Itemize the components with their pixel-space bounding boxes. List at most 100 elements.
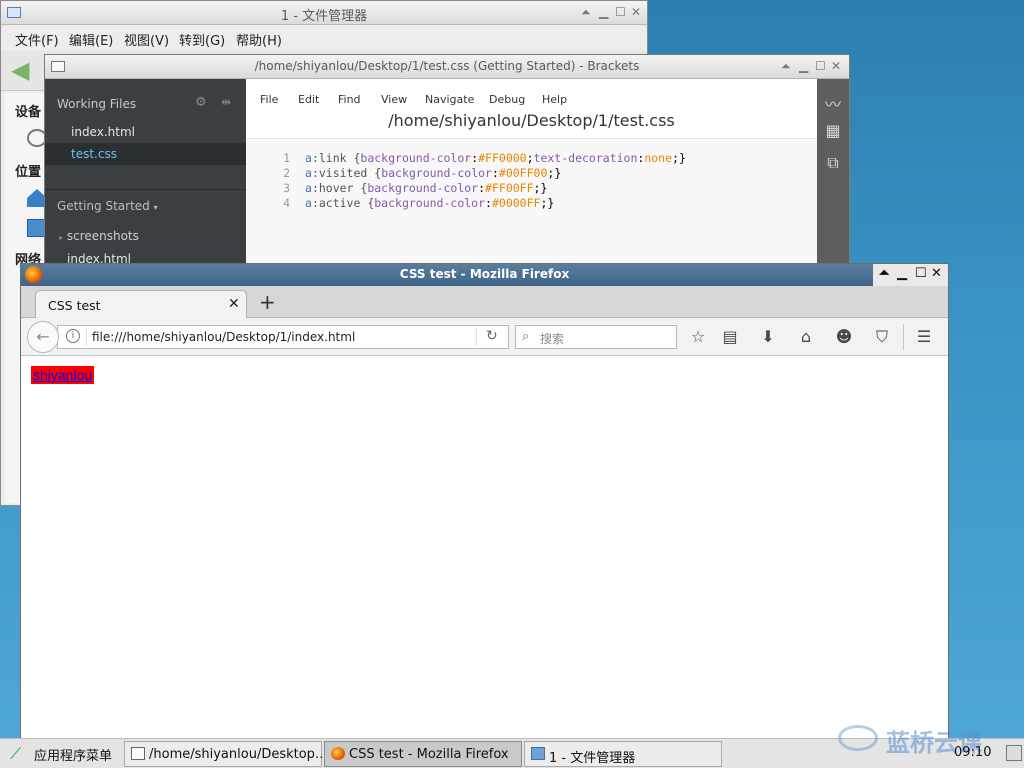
- css-value: #FF00FF: [485, 181, 534, 195]
- menu-edit[interactable]: Edit: [298, 93, 319, 106]
- brackets-editor[interactable]: File Edit Find View Navigate Debug Help …: [246, 79, 817, 265]
- hello-chat-icon[interactable]: ☻: [833, 327, 855, 346]
- css-property: text-decoration: [533, 151, 638, 165]
- code-line: 4 a:active {background-color:#0000FF;}: [276, 196, 554, 211]
- menu-go[interactable]: 转到(G): [179, 30, 225, 49]
- editor-file-path: /home/shiyanlou/Desktop/1/test.css: [388, 111, 675, 130]
- back-arrow-icon[interactable]: ◀: [11, 57, 37, 83]
- css-selector: a: [305, 196, 312, 210]
- menu-file[interactable]: 文件(F): [15, 30, 59, 49]
- folder-icon: [531, 747, 545, 760]
- minimize-icon[interactable]: ▁: [897, 266, 907, 281]
- taskbar-item-file-manager[interactable]: 1 - 文件管理器: [524, 741, 722, 767]
- project-dropdown[interactable]: Getting Started ▾: [57, 199, 158, 213]
- css-value: #0000FF: [491, 196, 541, 210]
- line-number: 3: [283, 181, 290, 195]
- caret-down-icon: ▾: [153, 203, 158, 212]
- css-value: none: [644, 151, 673, 165]
- css-pseudo-class: :link {: [311, 151, 361, 165]
- clock: 09:10: [954, 745, 992, 760]
- watermark-logo: [838, 725, 878, 751]
- window-title: /home/shiyanlou/Desktop/1/test.css (Gett…: [254, 59, 640, 73]
- bookmarks-list-icon[interactable]: ▤: [719, 327, 741, 346]
- home-icon[interactable]: ⌂: [795, 327, 817, 346]
- brackets-sidebar: Working Files ⚙ ⇹ index.html test.css Ge…: [45, 79, 246, 265]
- css-pseudo-class: :active {: [311, 196, 375, 210]
- pocket-icon[interactable]: ⛉: [871, 327, 893, 347]
- window-title: CSS test - Mozilla Firefox: [399, 267, 570, 281]
- minimize-icon[interactable]: ▁: [799, 59, 808, 73]
- file-manager-menubar: 文件(F) 编辑(E) 视图(V) 转到(G) 帮助(H): [1, 25, 647, 51]
- layers-icon[interactable]: ⧉: [823, 153, 843, 173]
- menu-help[interactable]: Help: [542, 93, 567, 106]
- close-icon[interactable]: ✕: [631, 5, 641, 19]
- reload-icon[interactable]: ↻: [486, 328, 498, 344]
- shade-icon[interactable]: ⏶: [581, 5, 591, 20]
- line-number: 2: [283, 166, 290, 180]
- site-info-icon[interactable]: i: [66, 329, 80, 343]
- working-file-item-active[interactable]: test.css: [45, 143, 246, 165]
- maximize-icon[interactable]: ☐: [815, 59, 826, 73]
- css-property: background-color: [360, 151, 472, 165]
- search-placeholder: 搜索: [540, 332, 565, 346]
- firefox-titlebar[interactable]: CSS test - Mozilla Firefox ⏶ ▁ ☐ ✕: [21, 264, 948, 286]
- window-controls: ⏶ ▁ ☐ ✕: [873, 264, 948, 286]
- menu-navigate[interactable]: Navigate: [425, 93, 474, 106]
- working-file-item[interactable]: index.html: [45, 121, 246, 143]
- shiyanlou-link[interactable]: shiyanlou: [31, 366, 95, 384]
- css-pseudo-class: :hover {: [311, 181, 368, 195]
- gear-icon[interactable]: ⚙: [195, 95, 207, 110]
- bookmark-star-icon[interactable]: ☆: [687, 327, 709, 346]
- css-property: background-color: [381, 166, 492, 180]
- menu-file[interactable]: File: [260, 93, 278, 106]
- split-view-icon[interactable]: ⇹: [221, 95, 231, 109]
- menu-view[interactable]: View: [381, 93, 407, 106]
- code-area[interactable]: 1 a:link {background-color:#FF0000;text-d…: [246, 151, 817, 261]
- hamburger-menu-icon[interactable]: ☰: [913, 327, 935, 346]
- css-selector: a: [305, 151, 312, 165]
- brackets-titlebar[interactable]: /home/shiyanlou/Desktop/1/test.css (Gett…: [45, 55, 849, 79]
- tree-folder-label: screenshots: [66, 229, 139, 243]
- css-pseudo-class: :visited {: [311, 166, 382, 180]
- maximize-icon[interactable]: ☐: [615, 5, 626, 19]
- project-name: Getting Started: [57, 199, 150, 213]
- menu-help[interactable]: 帮助(H): [236, 30, 282, 49]
- live-preview-icon[interactable]: 〰: [823, 91, 843, 114]
- download-icon[interactable]: ⬇: [757, 327, 779, 346]
- maximize-icon[interactable]: ☐: [915, 266, 927, 281]
- sidebar-divider: [45, 189, 246, 190]
- back-button[interactable]: ←: [27, 321, 59, 353]
- line-number: 1: [283, 151, 290, 165]
- menu-find[interactable]: Find: [338, 93, 361, 106]
- close-icon[interactable]: ✕: [831, 59, 841, 73]
- tab-close-icon[interactable]: ✕: [228, 296, 240, 312]
- menu-debug[interactable]: Debug: [489, 93, 525, 106]
- tab-css-test[interactable]: CSS test ✕: [35, 290, 247, 319]
- menu-edit[interactable]: 编辑(E): [69, 30, 113, 49]
- url-text: file:///home/shiyanlou/Desktop/1/index.h…: [92, 330, 356, 344]
- tree-folder[interactable]: ▸ screenshots: [59, 229, 139, 243]
- line-number: 4: [283, 196, 290, 210]
- app-menu-button[interactable]: 应用程序菜单: [34, 745, 112, 764]
- url-bar[interactable]: i file:///home/shiyanlou/Desktop/1/index…: [57, 325, 509, 349]
- app-menu-icon[interactable]: ⟋: [10, 744, 21, 764]
- menu-view[interactable]: 视图(V): [124, 30, 169, 49]
- shade-icon[interactable]: ⏶: [781, 59, 791, 74]
- tray-icon[interactable]: [1006, 745, 1022, 761]
- new-tab-icon[interactable]: +: [259, 290, 276, 314]
- css-value: #00FF00: [498, 166, 548, 180]
- shade-icon[interactable]: ⏶: [879, 266, 889, 281]
- taskbar-item-brackets[interactable]: /home/shiyanlou/Desktop…: [124, 741, 328, 767]
- minimize-icon[interactable]: ▁: [599, 5, 608, 19]
- sidebar-devices-label: 设备: [15, 105, 42, 120]
- brackets-menubar: File Edit Find View Navigate Debug Help …: [246, 79, 817, 139]
- extension-manager-icon[interactable]: ▦: [823, 121, 843, 141]
- css-property: background-color: [374, 196, 486, 210]
- file-manager-titlebar[interactable]: 1 - 文件管理器 ⏶ ▁ ☐ ✕: [1, 1, 647, 25]
- taskbar-item-firefox[interactable]: CSS test - Mozilla Firefox: [324, 741, 522, 767]
- search-input[interactable]: ⌕ 搜索: [515, 325, 677, 349]
- search-icon: ⌕: [522, 329, 530, 344]
- close-icon[interactable]: ✕: [931, 266, 942, 281]
- url-separator: [476, 328, 477, 346]
- css-value: #FF0000: [478, 151, 527, 165]
